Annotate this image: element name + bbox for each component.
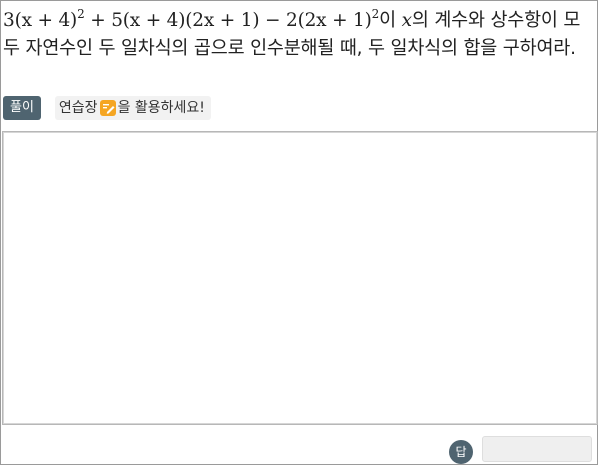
answer-input[interactable] bbox=[482, 436, 592, 462]
expression-term-1: (x + 4) bbox=[14, 10, 78, 31]
answer-label: 답 bbox=[449, 440, 473, 464]
problem-text: 3(x + 4)2 + 5(x + 4)(2x + 1) − 2(2x + 1)… bbox=[3, 7, 595, 63]
toolbar: 풀이 연습장 을 활용하세요! bbox=[3, 96, 211, 120]
exponent-1: 2 bbox=[77, 7, 85, 21]
exponent-2: 2 bbox=[371, 7, 380, 21]
answer-row: 답 bbox=[1, 425, 598, 465]
solution-button[interactable]: 풀이 bbox=[3, 96, 41, 120]
hint-prefix: 연습장 bbox=[58, 100, 98, 116]
coefficient: 3 bbox=[3, 10, 15, 31]
question-panel: 3(x + 4)2 + 5(x + 4)(2x + 1) − 2(2x + 1)… bbox=[0, 0, 598, 465]
expression-term-2: + 5(x + 4)(2x + 1) − 2(2x + 1) bbox=[84, 10, 372, 31]
expression: 3(x + 4)2 + 5(x + 4)(2x + 1) − 2(2x + 1)… bbox=[3, 7, 380, 31]
problem-text-part-1: 이 bbox=[379, 10, 402, 31]
variable-x: x bbox=[401, 10, 412, 31]
pencil-note-icon bbox=[99, 100, 116, 116]
practice-hint: 연습장 을 활용하세요! bbox=[54, 96, 211, 120]
hint-suffix: 을 활용하세요! bbox=[117, 100, 205, 116]
practice-area[interactable] bbox=[2, 131, 598, 425]
